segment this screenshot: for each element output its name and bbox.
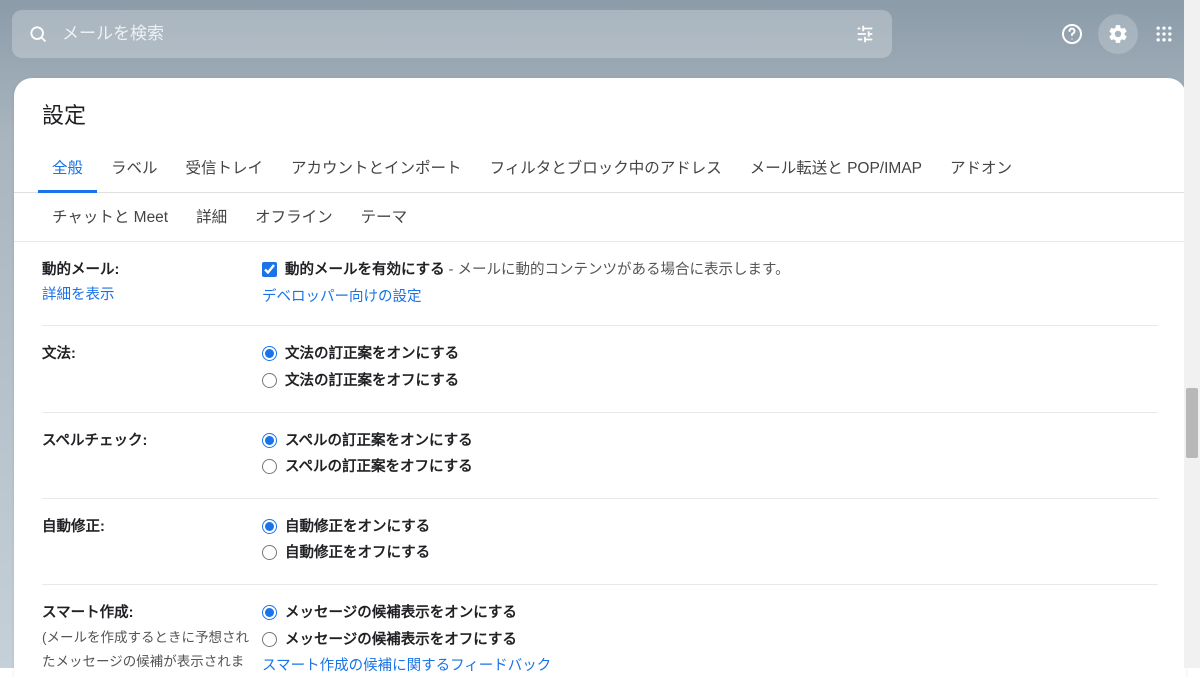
spell-label: スペルチェック: [42, 433, 147, 449]
grammar-on-label: 文法の訂正案をオンにする [285, 342, 459, 367]
section-body: 動的メールを有効にする - メールに動的コンテンツがある場合に表示します。 デベ… [262, 258, 1158, 309]
grammar-label: 文法: [42, 346, 76, 362]
tab-advanced[interactable]: 詳細 [182, 193, 241, 242]
grammar-off-label: 文法の訂正案をオフにする [285, 369, 459, 394]
section-smart-compose: スマート作成: (メールを作成するときに予想されたメッセージの候補が表示されます… [42, 585, 1158, 678]
smart-on-radio[interactable] [262, 605, 277, 620]
settings-content: 動的メール: 詳細を表示 動的メールを有効にする - メールに動的コンテンツがあ… [14, 242, 1186, 678]
section-label: スペルチェック: [42, 429, 262, 482]
spell-on-label: スペルの訂正案をオンにする [285, 429, 473, 454]
smart-off-label: メッセージの候補表示をオフにする [285, 628, 517, 653]
tabs-row-1: 全般 ラベル 受信トレイ アカウントとインポート フィルタとブロック中のアドレス… [14, 144, 1186, 193]
tab-themes[interactable]: テーマ [347, 193, 422, 242]
apps-button[interactable] [1144, 14, 1184, 54]
tab-labels[interactable]: ラベル [97, 144, 172, 193]
search-input[interactable] [62, 24, 854, 44]
section-spellcheck: スペルチェック: スペルの訂正案をオンにする スペルの訂正案をオフにする [42, 413, 1158, 499]
section-dynamic-mail: 動的メール: 詳細を表示 動的メールを有効にする - メールに動的コンテンツがあ… [42, 242, 1158, 326]
smart-feedback-link[interactable]: スマート作成の候補に関するフィードバック [262, 658, 551, 674]
tune-icon[interactable] [854, 23, 876, 45]
section-label: 動的メール: 詳細を表示 [42, 258, 262, 309]
grammar-on-radio[interactable] [262, 346, 277, 361]
tab-forwarding[interactable]: メール転送と POP/IMAP [736, 144, 936, 193]
grammar-off-radio[interactable] [262, 373, 277, 388]
search-bar[interactable] [12, 10, 892, 58]
scrollbar-thumb[interactable] [1186, 388, 1198, 458]
smart-label: スマート作成: [42, 605, 133, 621]
autocorrect-off-label: 自動修正をオフにする [285, 541, 430, 566]
section-label: 自動修正: [42, 515, 262, 568]
section-body: 文法の訂正案をオンにする 文法の訂正案をオフにする [262, 342, 1158, 395]
section-grammar: 文法: 文法の訂正案をオンにする 文法の訂正案をオフにする [42, 326, 1158, 412]
tab-inbox[interactable]: 受信トレイ [172, 144, 278, 193]
search-icon [28, 24, 48, 44]
section-body: 自動修正をオンにする 自動修正をオフにする [262, 515, 1158, 568]
section-autocorrect: 自動修正: 自動修正をオンにする 自動修正をオフにする [42, 499, 1158, 585]
dynamic-mail-desc: - メールに動的コンテンツがある場合に表示します。 [445, 262, 790, 278]
scrollbar-track[interactable] [1184, 0, 1200, 668]
settings-panel: 設定 全般 ラベル 受信トレイ アカウントとインポート フィルタとブロック中のア… [14, 78, 1186, 678]
autocorrect-on-label: 自動修正をオンにする [285, 515, 430, 540]
top-bar [0, 0, 1200, 68]
tab-filters[interactable]: フィルタとブロック中のアドレス [476, 144, 736, 193]
help-button[interactable] [1052, 14, 1092, 54]
autocorrect-on-radio[interactable] [262, 519, 277, 534]
autocorrect-off-radio[interactable] [262, 545, 277, 560]
smart-off-radio[interactable] [262, 632, 277, 647]
tab-addons[interactable]: アドオン [936, 144, 1026, 193]
tab-offline[interactable]: オフライン [241, 193, 347, 242]
dynamic-mail-checkbox[interactable] [262, 262, 277, 277]
dynamic-details-link[interactable]: 詳細を表示 [42, 287, 115, 303]
dev-settings-link[interactable]: デベロッパー向けの設定 [262, 289, 422, 305]
section-label: スマート作成: (メールを作成するときに予想されたメッセージの候補が表示されます… [42, 601, 262, 678]
tab-chat-meet[interactable]: チャットと Meet [38, 193, 182, 242]
dynamic-mail-checkbox-label: 動的メールを有効にする [285, 262, 445, 278]
autocorrect-label: 自動修正: [42, 519, 105, 535]
spell-off-radio[interactable] [262, 459, 277, 474]
section-body: スペルの訂正案をオンにする スペルの訂正案をオフにする [262, 429, 1158, 482]
tab-accounts[interactable]: アカウントとインポート [277, 144, 476, 193]
page-title: 設定 [14, 78, 1186, 144]
spell-on-radio[interactable] [262, 433, 277, 448]
dynamic-mail-label: 動的メール: [42, 262, 119, 278]
tabs-row-2: チャットと Meet 詳細 オフライン テーマ [14, 193, 1186, 242]
spell-off-label: スペルの訂正案をオフにする [285, 455, 473, 480]
smart-sub: (メールを作成するときに予想されたメッセージの候補が表示されます) [42, 630, 249, 678]
section-body: メッセージの候補表示をオンにする メッセージの候補表示をオフにする スマート作成… [262, 601, 1158, 678]
settings-button[interactable] [1098, 14, 1138, 54]
tab-general[interactable]: 全般 [38, 144, 97, 193]
section-label: 文法: [42, 342, 262, 395]
smart-on-label: メッセージの候補表示をオンにする [285, 601, 517, 626]
topbar-actions [1052, 14, 1188, 54]
